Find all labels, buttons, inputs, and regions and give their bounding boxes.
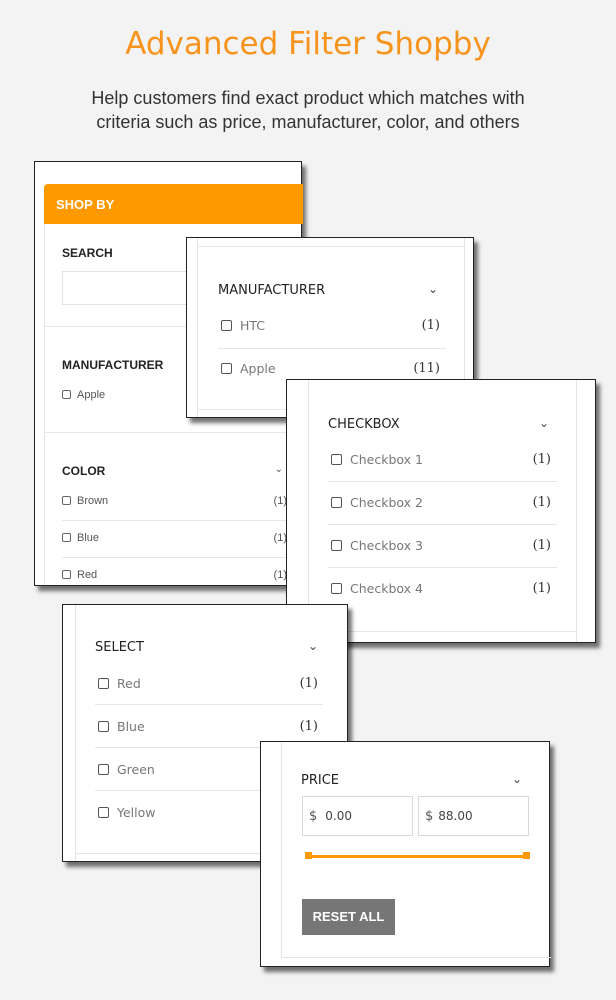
price-slider-min-handle[interactable] bbox=[305, 852, 312, 859]
option-label: Red bbox=[117, 676, 141, 691]
subtitle-line-1: Help customers find exact product which … bbox=[91, 88, 525, 108]
option-label: Checkbox 2 bbox=[350, 495, 423, 510]
option-count: (1) bbox=[273, 569, 287, 581]
filter-option[interactable]: HTC (1) bbox=[221, 318, 440, 338]
manufacturer-title: MANUFACTURER bbox=[218, 283, 326, 298]
option-count: (1) bbox=[421, 318, 440, 333]
checkbox-icon[interactable] bbox=[62, 390, 71, 399]
checkbox-icon[interactable] bbox=[331, 583, 342, 594]
option-label: Green bbox=[117, 762, 155, 777]
divider bbox=[62, 557, 287, 558]
checkbox-title: CHECKBOX bbox=[328, 417, 400, 432]
select-title: SELECT bbox=[95, 640, 144, 655]
filter-option[interactable]: Red (1) bbox=[62, 569, 287, 589]
price-slider-track[interactable] bbox=[307, 855, 528, 858]
checkbox-icon[interactable] bbox=[331, 454, 342, 465]
option-label: Checkbox 4 bbox=[350, 581, 423, 596]
page-title: Advanced Filter Shopby bbox=[125, 26, 491, 62]
divider bbox=[62, 520, 287, 521]
option-count: (1) bbox=[299, 676, 318, 691]
page-subtitle: Help customers find exact product which … bbox=[0, 86, 616, 134]
reset-all-button[interactable]: RESET ALL bbox=[302, 899, 395, 935]
chevron-down-icon[interactable]: ⌄ bbox=[308, 639, 318, 653]
price-min-input[interactable]: $0.00 bbox=[302, 796, 413, 836]
checkbox-icon[interactable] bbox=[98, 807, 109, 818]
option-count: (1) bbox=[532, 538, 551, 553]
filter-option[interactable]: Apple (11) bbox=[221, 361, 440, 381]
price-max-value: 88.00 bbox=[438, 809, 473, 823]
filter-option[interactable]: Blue (1) bbox=[62, 532, 287, 552]
divider bbox=[45, 432, 303, 433]
option-label: Apple bbox=[77, 389, 106, 401]
divider bbox=[197, 246, 465, 247]
currency-symbol: $ bbox=[425, 809, 434, 824]
manufacturer-label: MANUFACTURER bbox=[62, 358, 164, 372]
chevron-down-icon[interactable]: ⌄ bbox=[275, 464, 283, 475]
filter-option[interactable]: Checkbox 2 (1) bbox=[331, 495, 551, 515]
option-count: (1) bbox=[532, 495, 551, 510]
option-label: Checkbox 1 bbox=[350, 452, 423, 467]
divider bbox=[218, 348, 446, 349]
option-label: Apple bbox=[240, 361, 276, 376]
checkbox-icon[interactable] bbox=[62, 496, 71, 505]
checkbox-icon[interactable] bbox=[98, 764, 109, 775]
price-min-value: 0.00 bbox=[325, 809, 352, 823]
subtitle-line-2: criteria such as price, manufacturer, co… bbox=[96, 112, 520, 132]
chevron-down-icon[interactable]: ⌄ bbox=[428, 282, 438, 296]
price-title: PRICE bbox=[301, 773, 339, 788]
filter-option[interactable]: Red (1) bbox=[98, 676, 318, 696]
option-count: (1) bbox=[299, 719, 318, 734]
checkbox-icon[interactable] bbox=[221, 320, 232, 331]
chevron-down-icon[interactable]: ⌄ bbox=[539, 416, 549, 430]
checkbox-icon[interactable] bbox=[331, 540, 342, 551]
option-count: (11) bbox=[413, 361, 440, 376]
option-label: Red bbox=[77, 569, 98, 581]
search-label: SEARCH bbox=[62, 246, 113, 260]
filter-option[interactable]: Checkbox 1 (1) bbox=[331, 452, 551, 472]
chevron-down-icon[interactable]: ⌄ bbox=[512, 772, 522, 786]
option-count: (1) bbox=[273, 532, 287, 544]
checkbox-icon[interactable] bbox=[221, 363, 232, 374]
price-max-input[interactable]: $88.00 bbox=[418, 796, 529, 836]
option-label: HTC bbox=[240, 318, 266, 333]
color-label: COLOR bbox=[62, 464, 106, 478]
checkbox-icon[interactable] bbox=[62, 533, 71, 542]
option-count: (1) bbox=[532, 581, 551, 596]
filter-option[interactable]: Checkbox 3 (1) bbox=[331, 538, 551, 558]
filter-option[interactable]: Brown (1) bbox=[62, 495, 287, 515]
option-count: (1) bbox=[532, 452, 551, 467]
shopby-header: SHOP BY bbox=[44, 184, 303, 224]
price-filter-card: PRICE ⌄ $0.00 $88.00 RESET ALL bbox=[260, 741, 551, 967]
checkbox-icon[interactable] bbox=[98, 678, 109, 689]
price-slider-max-handle[interactable] bbox=[523, 852, 530, 859]
divider bbox=[328, 481, 557, 482]
divider bbox=[95, 704, 323, 705]
option-label: Blue bbox=[117, 719, 145, 734]
filter-option[interactable]: Blue (1) bbox=[98, 719, 318, 739]
divider bbox=[328, 524, 557, 525]
option-label: Checkbox 3 bbox=[350, 538, 423, 553]
divider bbox=[328, 567, 557, 568]
option-count: (1) bbox=[273, 495, 287, 507]
option-label: Blue bbox=[77, 532, 100, 544]
checkbox-icon[interactable] bbox=[331, 497, 342, 508]
currency-symbol: $ bbox=[309, 809, 318, 824]
checkbox-icon[interactable] bbox=[62, 570, 71, 579]
checkbox-icon[interactable] bbox=[98, 721, 109, 732]
filter-option[interactable]: Checkbox 4 (1) bbox=[331, 581, 551, 601]
option-label: Brown bbox=[77, 495, 109, 507]
option-label: Yellow bbox=[117, 805, 156, 820]
